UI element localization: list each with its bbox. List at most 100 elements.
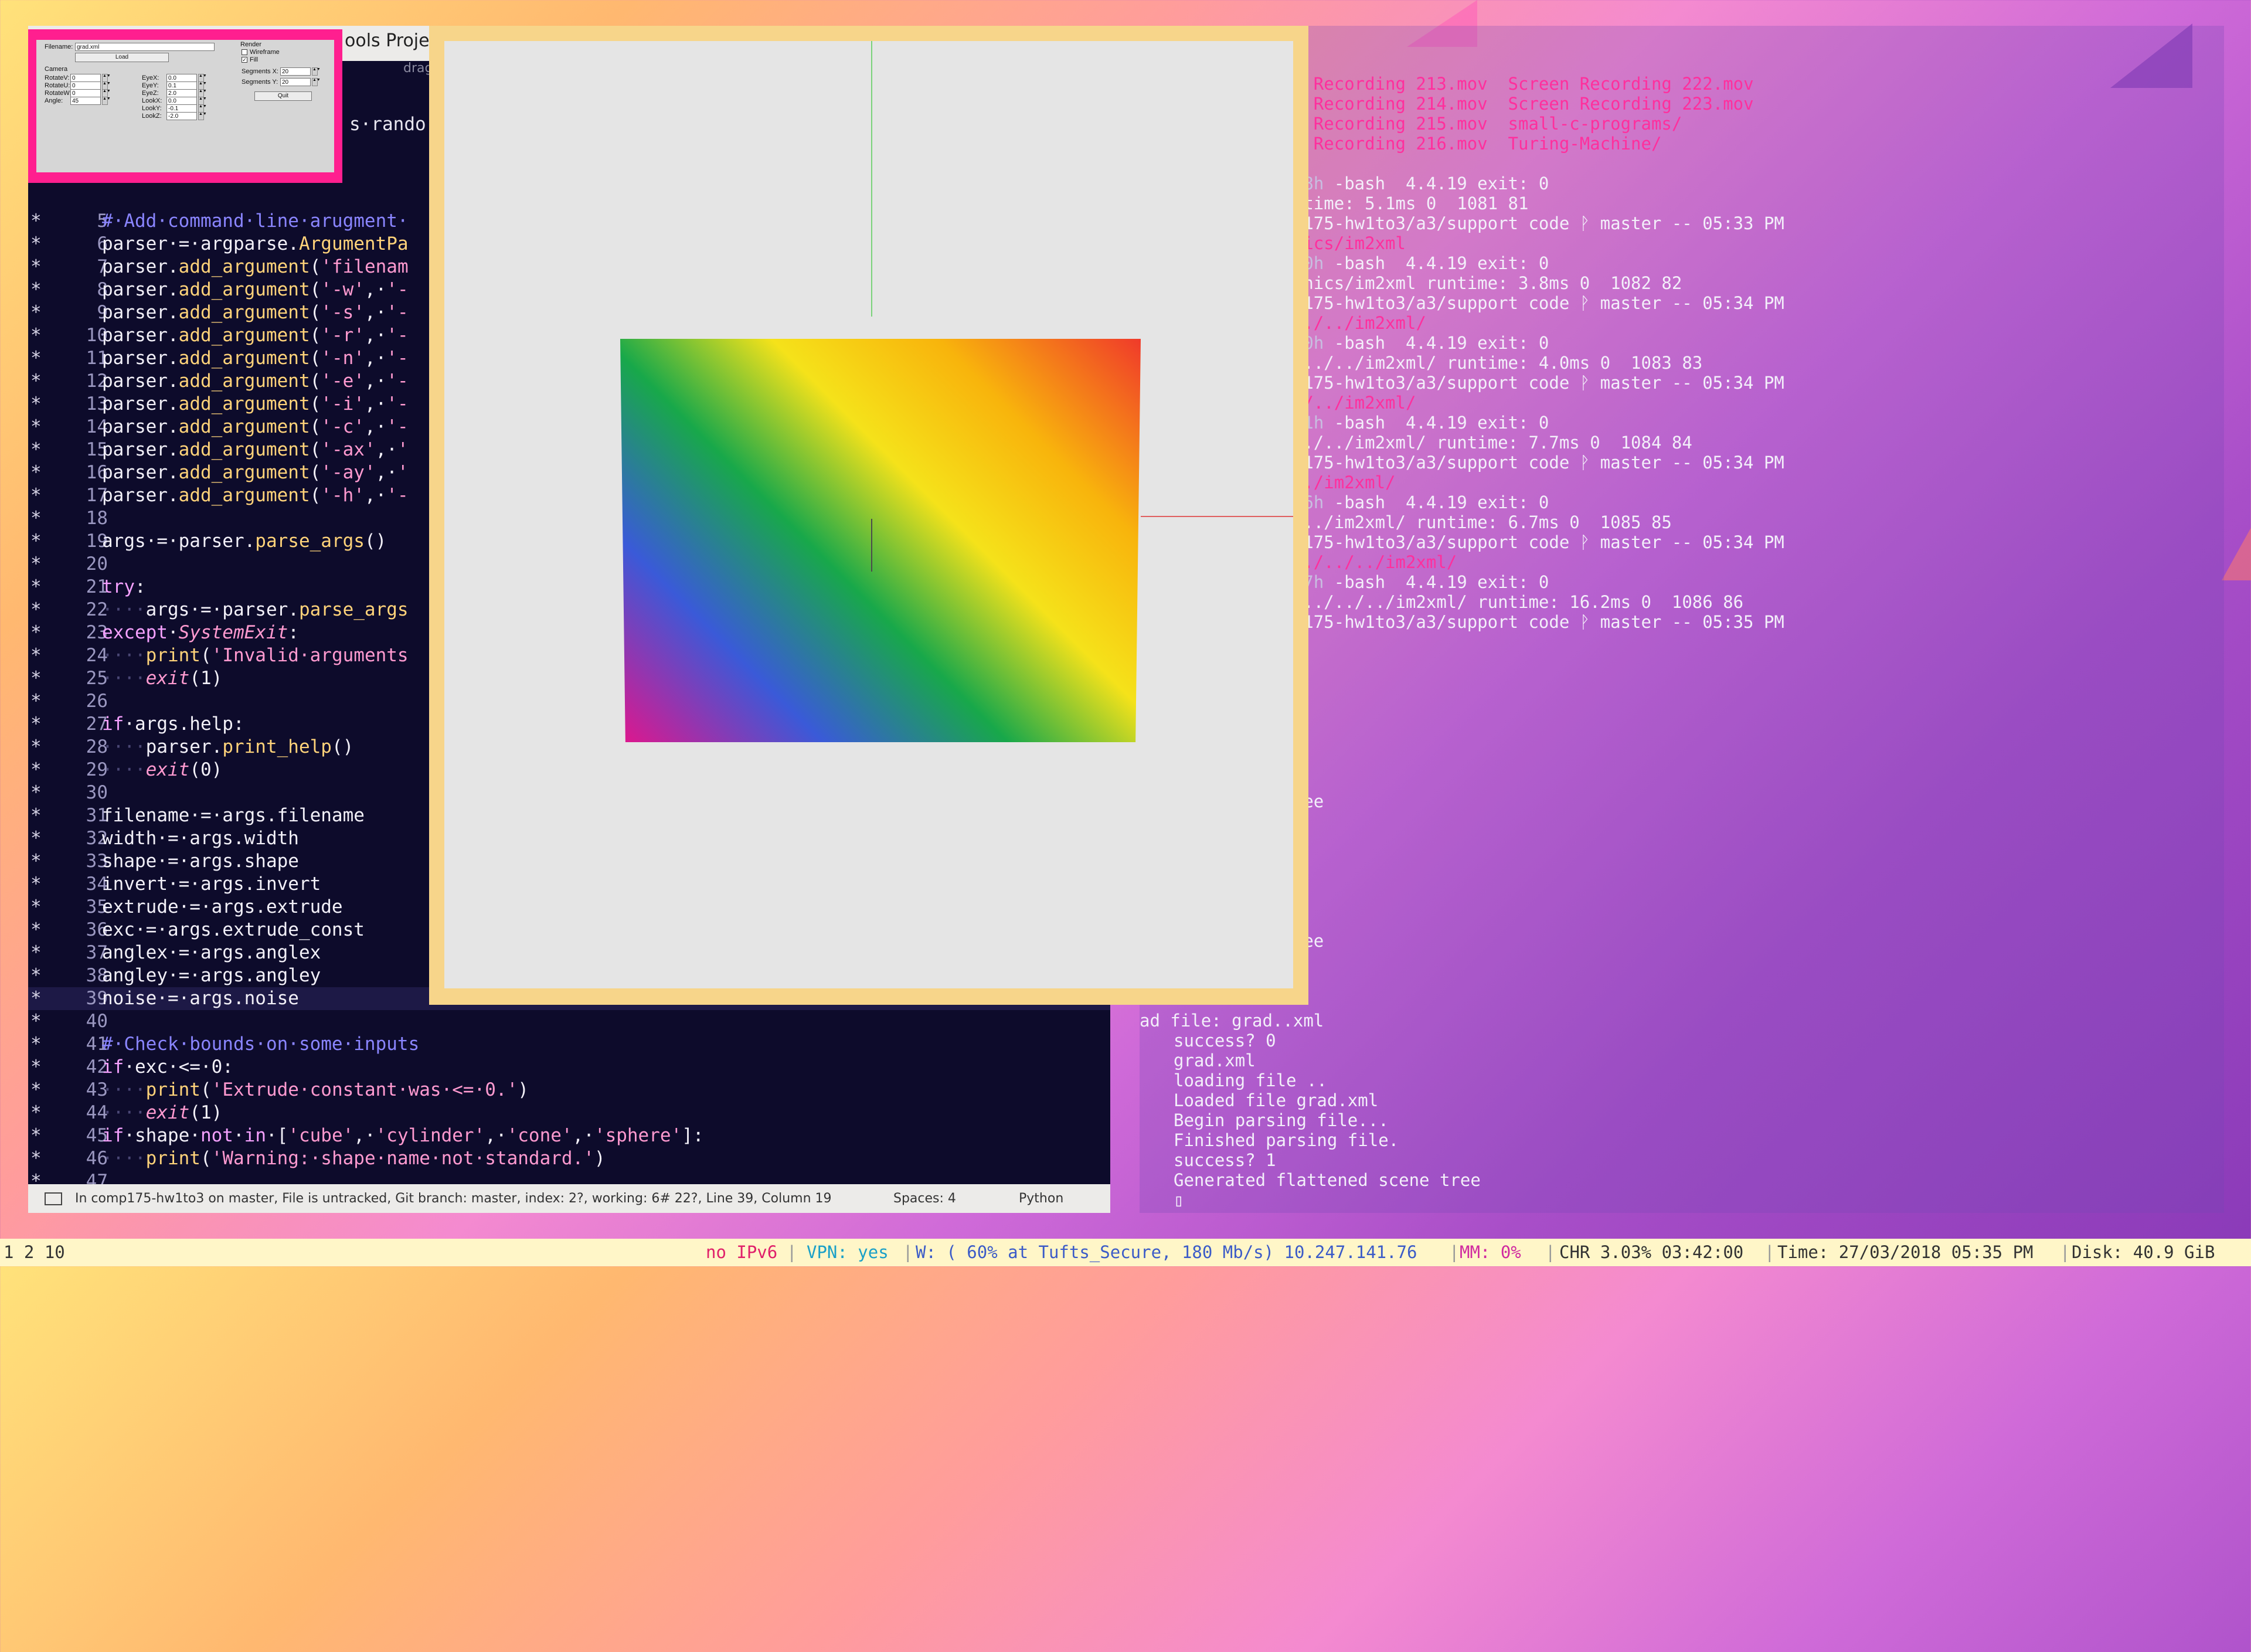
code-token: angley·=·args.angley — [102, 965, 321, 986]
camera-field-spinner[interactable]: ▲▼ — [102, 97, 111, 105]
terminal-token: -bash 4.4.19 exit: 0 — [1324, 492, 1549, 512]
camera-field-spinner[interactable]: ▲▼ — [198, 74, 207, 82]
code-token: #·Add·command·line·arugment· — [102, 210, 409, 232]
workspace-list[interactable]: 1 2 10 — [4, 1239, 65, 1266]
segments-y-input[interactable]: 20 — [280, 78, 311, 86]
control-panel: Filename: grad.xml Load Camera Render Wi… — [36, 40, 334, 172]
code-token: parser. — [102, 325, 179, 346]
modified-marker: * — [30, 553, 42, 575]
camera-field-input[interactable]: 0.0 — [166, 97, 197, 105]
code-line[interactable]: * 40 — [28, 1010, 1110, 1033]
camera-field-spinner[interactable]: ▲▼ — [198, 112, 207, 120]
segments-y-spinner[interactable]: ▲▼ — [312, 78, 321, 86]
camera-field-spinner[interactable]: ▲▼ — [198, 104, 207, 113]
code-token: ( — [310, 348, 321, 369]
camera-field-input[interactable]: -0.1 — [166, 104, 197, 113]
code-line[interactable]: * 42 if·exc·<=·0: — [28, 1056, 1110, 1079]
line-number: 31 — [86, 805, 108, 826]
code-token: '-i' — [321, 393, 365, 414]
status-bar: 1 2 10 no IPv6 | VPN: yes | W: ( 60% at … — [0, 1239, 2251, 1266]
code-token: filename·=·args.filename — [102, 805, 365, 826]
camera-field-spinner[interactable]: ▲▼ — [102, 74, 111, 82]
fill-checkbox[interactable]: ✓ — [242, 57, 247, 63]
code-line[interactable]: * 44 ····exit(1) — [28, 1102, 1110, 1124]
code-token: ( — [310, 416, 321, 437]
camera-field-input[interactable]: -2.0 — [166, 112, 197, 120]
code-token: 'Extrude·constant·was·<=·0.' — [211, 1079, 518, 1100]
code-token: ( — [200, 1079, 212, 1100]
code-token: args·=·parser. — [145, 599, 299, 620]
code-line[interactable]: * 46 ····print('Warning:·shape·name·not·st… — [28, 1147, 1110, 1170]
code-token: '-ax' — [321, 439, 376, 460]
code-text: width·=·args.width — [102, 827, 299, 850]
code-token: exit — [145, 759, 190, 780]
wireframe-checkbox[interactable] — [242, 49, 247, 55]
render-label: Render — [240, 41, 262, 48]
segments-x-label: Segments X: — [242, 68, 278, 75]
modified-marker: * — [30, 1148, 42, 1169]
code-token: ( — [200, 1148, 212, 1169]
camera-field-spinner[interactable]: ▲▼ — [102, 81, 111, 90]
separator: | — [1449, 1242, 1460, 1262]
modified-marker: * — [30, 713, 42, 735]
camera-field-label: EyeX: — [142, 74, 159, 81]
code-token: '- — [386, 416, 409, 437]
line-number: 38 — [86, 965, 108, 986]
line-number: 44 — [86, 1102, 108, 1123]
load-button[interactable]: Load — [75, 53, 169, 62]
code-token: add_argument — [178, 370, 310, 392]
modified-marker: * — [30, 645, 42, 666]
camera-field-label: EyeZ: — [142, 90, 159, 97]
camera-field-input[interactable]: 0.0 — [166, 74, 197, 82]
camera-field-input[interactable]: 0 — [70, 89, 101, 97]
indentation-setting[interactable]: Spaces: 4 — [893, 1184, 956, 1213]
code-line[interactable]: * 41 #·Check·bounds·on·some·inputs — [28, 1033, 1110, 1056]
segments-x-input[interactable]: 20 — [280, 67, 311, 76]
line-number: 10 — [86, 325, 108, 346]
terminal-token: success? 0 — [1174, 1031, 1276, 1051]
code-text: except·SystemExit: — [102, 621, 299, 644]
code-token: parser. — [145, 736, 223, 757]
camera-field-input[interactable]: 45 — [70, 97, 101, 105]
syntax-setting[interactable]: Python — [1019, 1184, 1063, 1213]
code-text: parser.add_argument('-c',·'- — [102, 416, 409, 439]
code-token: parser. — [102, 256, 179, 277]
modified-marker: * — [30, 599, 42, 620]
render-canvas[interactable] — [444, 41, 1293, 988]
editor-tab-label[interactable]: drag — [403, 61, 433, 76]
code-token: ( — [310, 279, 321, 300]
panel-toggle-icon[interactable] — [45, 1192, 62, 1205]
camera-field-spinner[interactable]: ▲▼ — [102, 89, 111, 97]
line-number: 37 — [86, 942, 108, 963]
camera-field-spinner[interactable]: ▲▼ — [198, 89, 207, 97]
gl-viewer-window[interactable] — [429, 26, 1308, 1005]
code-line[interactable]: * 45 if·shape·not·in·['cube',·'cylinder',·… — [28, 1124, 1110, 1147]
code-token: ,· — [364, 393, 387, 414]
code-token: add_argument — [178, 256, 310, 277]
code-token: '-w' — [321, 279, 365, 300]
code-token: add_argument — [178, 393, 310, 414]
menu-tools-project[interactable]: ools Proje — [345, 30, 430, 51]
code-token: add_argument — [178, 325, 310, 346]
code-text: if·shape·not·in·['cube',·'cylinder',·'co… — [102, 1124, 704, 1147]
line-number: 40 — [86, 1011, 108, 1032]
code-line[interactable]: * 43 ····print('Extrude·constant·was·<=·0.… — [28, 1079, 1110, 1102]
code-token: invert·=·args.invert — [102, 873, 321, 895]
segments-x-spinner[interactable]: ▲▼ — [312, 67, 321, 76]
camera-field-input[interactable]: 0 — [70, 81, 101, 90]
filename-input[interactable]: grad.xml — [75, 43, 215, 51]
editor-tab-text[interactable]: s·rando — [349, 114, 426, 135]
terminal-token: ▯ — [1174, 1190, 1184, 1210]
mm-status: MM: 0% — [1460, 1242, 1521, 1262]
camera-field-input[interactable]: 0.1 — [166, 81, 197, 90]
camera-field-spinner[interactable]: ▲▼ — [198, 81, 207, 90]
quit-button[interactable]: Quit — [254, 91, 312, 101]
camera-field-input[interactable]: 2.0 — [166, 89, 197, 97]
code-token: ···· — [102, 645, 146, 666]
code-token: ·[ — [266, 1125, 288, 1146]
separator: | — [1545, 1242, 1556, 1262]
code-token: '- — [386, 279, 409, 300]
camera-field-input[interactable]: 0 — [70, 74, 101, 82]
code-token: exc·=·args.extrude_const — [102, 919, 365, 940]
camera-field-spinner[interactable]: ▲▼ — [198, 97, 207, 105]
